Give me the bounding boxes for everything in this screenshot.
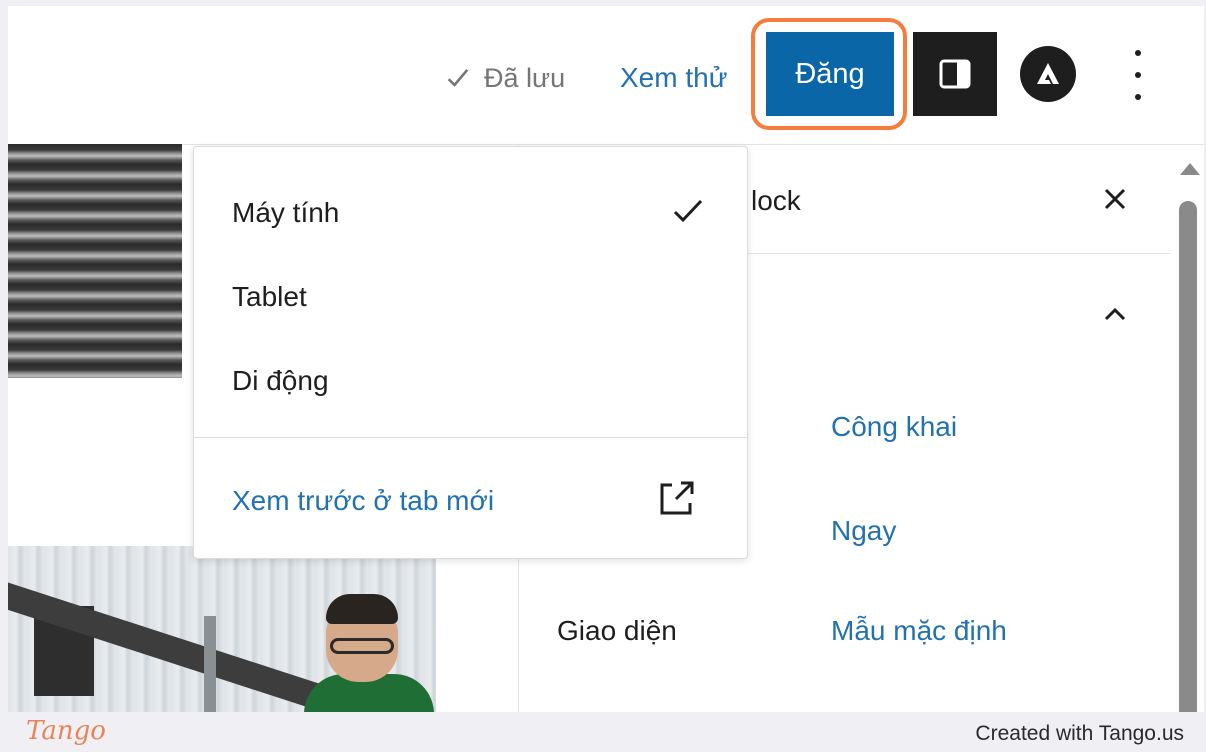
image-person-glasses	[330, 638, 394, 654]
canvas-image-top[interactable]	[8, 144, 182, 378]
more-vertical-icon-dot	[1135, 94, 1141, 100]
template-value[interactable]: Mẫu mặc định	[831, 615, 1007, 647]
more-vertical-icon-dot	[1135, 72, 1141, 78]
panel-collapse-button[interactable]	[1095, 295, 1135, 335]
checkmark-icon	[447, 69, 469, 87]
editor-window: Đã lưu Xem thử Đăng lock Công khai Ngay …	[8, 6, 1204, 712]
menu-item-mobile[interactable]: Di động	[232, 365, 329, 397]
preview-button[interactable]: Xem thử	[620, 58, 727, 98]
chevron-up-icon	[1104, 307, 1126, 321]
menu-item-preview-new-tab[interactable]: Xem trước ở tab mới	[232, 485, 494, 517]
astra-logo-icon	[1037, 63, 1059, 84]
external-link-icon	[660, 481, 694, 515]
saved-status: Đã lưu	[444, 58, 565, 98]
close-sidebar-button[interactable]	[1095, 179, 1135, 219]
selected-check-icon	[673, 199, 703, 223]
menu-divider	[194, 437, 747, 438]
more-options-button[interactable]	[1118, 50, 1158, 100]
preview-dropdown-menu: Máy tính Tablet Di động Xem trước ở tab …	[193, 146, 748, 559]
menu-item-desktop[interactable]: Máy tính	[232, 197, 339, 229]
sidebar-tab-block[interactable]: lock	[751, 185, 801, 217]
image-person-hair	[326, 594, 398, 624]
sidebar-toggle-icon	[939, 59, 971, 89]
saved-label: Đã lưu	[484, 62, 566, 93]
image-post-shape	[204, 616, 216, 712]
close-icon	[1104, 188, 1126, 210]
publish-date-value[interactable]: Ngay	[831, 515, 896, 547]
more-vertical-icon	[1135, 50, 1141, 56]
scroll-up-arrow-icon[interactable]	[1180, 163, 1200, 175]
template-label: Giao diện	[557, 615, 677, 646]
visibility-value[interactable]: Công khai	[831, 411, 957, 443]
menu-item-tablet[interactable]: Tablet	[232, 281, 307, 313]
publish-button[interactable]: Đăng	[766, 32, 894, 116]
astra-plugin-button[interactable]	[1020, 46, 1076, 102]
editor-toolbar: Đã lưu Xem thử Đăng	[8, 6, 1204, 145]
footer-credit: Created with Tango.us	[975, 722, 1184, 745]
tango-logo: Tango	[26, 716, 106, 746]
canvas-image-bottom[interactable]	[8, 546, 436, 712]
settings-toggle-button[interactable]	[913, 32, 997, 116]
sidebar-scrollbar[interactable]	[1179, 201, 1197, 712]
